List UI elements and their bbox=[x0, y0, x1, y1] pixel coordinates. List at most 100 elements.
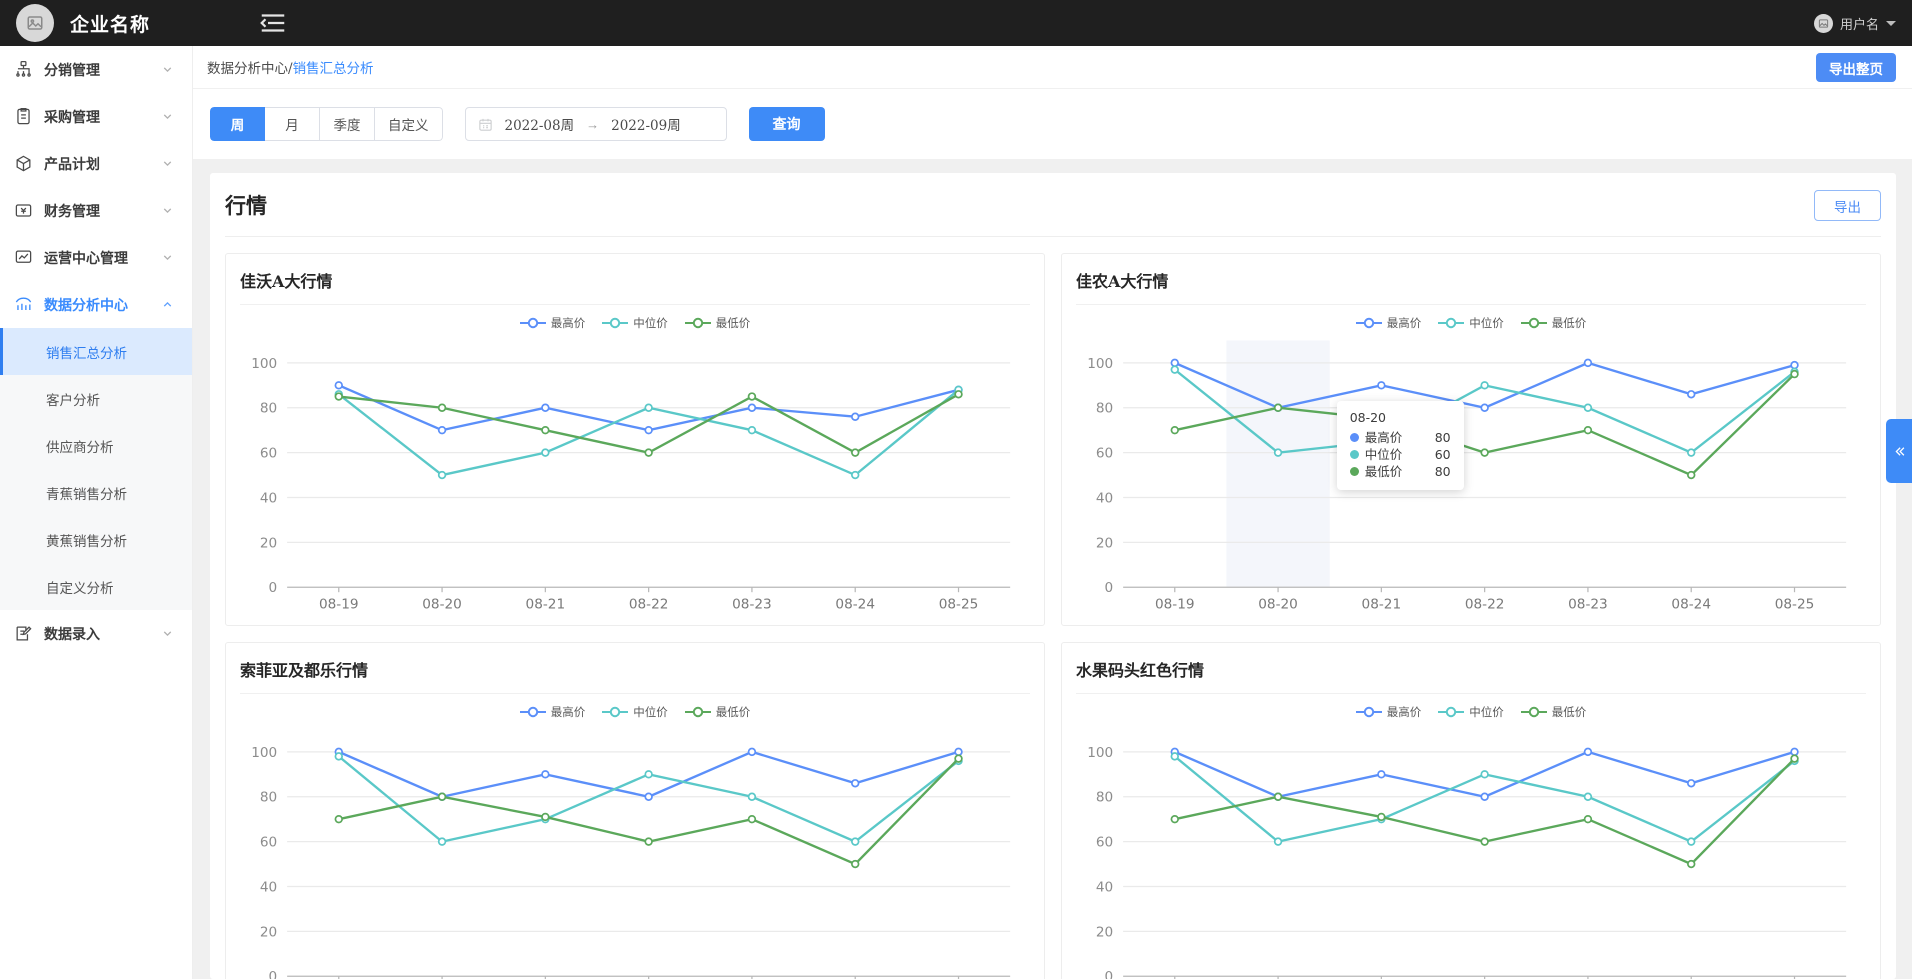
export-button[interactable]: 导出 bbox=[1814, 190, 1881, 221]
legend-label: 最低价 bbox=[1551, 316, 1587, 330]
svg-text:08-20: 08-20 bbox=[1258, 596, 1298, 612]
svg-text:08-22: 08-22 bbox=[1465, 596, 1505, 612]
svg-text:20: 20 bbox=[260, 535, 277, 551]
calendar-icon bbox=[478, 118, 492, 131]
chart-title: 索菲亚及都乐行情 bbox=[240, 657, 1030, 694]
chart-plot-area[interactable]: 02040608010008-1908-2008-2108-2208-2308-… bbox=[240, 722, 1030, 979]
legend-label: 中位价 bbox=[1469, 705, 1504, 719]
sidebar-item-label: 分销管理 bbox=[44, 62, 100, 79]
app-logo bbox=[16, 4, 54, 42]
legend-item-中位价[interactable]: 中位价 bbox=[1438, 704, 1504, 720]
chevron-down-icon bbox=[163, 161, 172, 167]
money-icon bbox=[14, 201, 33, 220]
svg-text:40: 40 bbox=[260, 879, 277, 895]
legend-label: 最高价 bbox=[550, 316, 586, 330]
menu-collapse-icon[interactable] bbox=[258, 8, 288, 38]
date-range-picker[interactable]: 2022-08周 → 2022-09周 bbox=[464, 107, 727, 141]
breadcrumb-bar: 数据分析中心/销售汇总分析 导出整页 bbox=[193, 46, 1912, 89]
chevron-down-icon bbox=[163, 255, 172, 261]
export-page-button[interactable]: 导出整页 bbox=[1816, 53, 1896, 82]
chart-plot-area[interactable]: 02040608010008-1908-2008-2108-2208-2308-… bbox=[1076, 333, 1866, 617]
sidebar-subitem-label: 供应商分析 bbox=[46, 439, 114, 456]
sidebar-subitem-label: 客户分析 bbox=[46, 392, 100, 409]
chart-title: 水果码头红色行情 bbox=[1076, 657, 1866, 694]
legend-item-中位价[interactable]: 中位价 bbox=[602, 704, 668, 720]
period-tab-group: 周 月 季度 自定义 bbox=[210, 107, 443, 141]
legend-item-中位价[interactable]: 中位价 bbox=[602, 315, 668, 331]
chart-legend: 最高价 中位价 最低价 bbox=[1076, 305, 1866, 333]
legend-item-最低价[interactable]: 最低价 bbox=[684, 315, 750, 331]
sidebar-item-label: 运营中心管理 bbox=[44, 250, 128, 267]
sidebar-item-product-plan[interactable]: 产品计划 bbox=[0, 140, 192, 187]
sidebar-item-purchasing[interactable]: 采购管理 bbox=[0, 93, 192, 140]
breadcrumb-current[interactable]: 销售汇总分析 bbox=[293, 61, 374, 77]
panel-collapse-handle[interactable] bbox=[1886, 419, 1912, 483]
user-menu[interactable]: 用户名 bbox=[1813, 0, 1896, 46]
sidebar-item-supplier-analysis[interactable]: 供应商分析 bbox=[0, 422, 192, 469]
sidebar-item-label: 财务管理 bbox=[44, 203, 100, 220]
tab-month[interactable]: 月 bbox=[265, 107, 320, 141]
sidebar-item-green-banana-analysis[interactable]: 青蕉销售分析 bbox=[0, 469, 192, 516]
legend-item-最低价[interactable]: 最低价 bbox=[1520, 315, 1587, 331]
legend-label: 最高价 bbox=[1386, 705, 1422, 719]
charts-grid: 佳沃A大行情 最高价 中位价 最低价 0 20 40 60 80 100 08-19 08-20 08-… bbox=[225, 237, 1881, 979]
sidebar-item-label: 采购管理 bbox=[44, 109, 100, 126]
panel-header: 行情 导出 bbox=[225, 173, 1881, 237]
legend-marker-icon bbox=[519, 317, 546, 329]
sidebar-item-data-analysis[interactable]: 数据分析中心 bbox=[0, 281, 192, 328]
legend-marker-icon bbox=[1355, 706, 1382, 718]
chart-title: 佳农A大行情 bbox=[1076, 268, 1866, 305]
box-icon bbox=[14, 154, 33, 173]
svg-text:20: 20 bbox=[260, 924, 277, 940]
query-button[interactable]: 查询 bbox=[748, 107, 825, 141]
legend-item-最高价[interactable]: 最高价 bbox=[1355, 704, 1422, 720]
legend-item-最低价[interactable]: 最低价 bbox=[684, 704, 750, 720]
legend-item-中位价[interactable]: 中位价 bbox=[1438, 315, 1504, 331]
svg-text:80: 80 bbox=[260, 790, 277, 806]
date-range-start: 2022-08周 bbox=[504, 118, 575, 134]
svg-text:08-21: 08-21 bbox=[1362, 596, 1402, 612]
legend-marker-icon bbox=[1438, 317, 1465, 329]
sitemap-icon bbox=[14, 60, 33, 79]
tab-week[interactable]: 周 bbox=[210, 107, 265, 141]
sidebar-item-operations[interactable]: 运营中心管理 bbox=[0, 234, 192, 281]
main-content: 数据分析中心/销售汇总分析 导出整页 周 月 季度 自定义 2022-08周 →… bbox=[193, 46, 1912, 979]
sidebar-item-label: 产品计划 bbox=[44, 156, 100, 173]
svg-text:40: 40 bbox=[1096, 879, 1113, 895]
sidebar-subitem-label: 黄蕉销售分析 bbox=[46, 533, 127, 550]
svg-text:08-20: 08-20 bbox=[422, 596, 462, 612]
sidebar-item-distribution[interactable]: 分销管理 bbox=[0, 46, 192, 93]
chart-card: 佳农A大行情 最高价 中位价 最低价 0 20 40 60 80 100 08-19 08-20 08-… bbox=[1061, 253, 1881, 626]
bar-chart-icon bbox=[14, 295, 33, 314]
svg-text:60: 60 bbox=[1096, 446, 1113, 462]
svg-text:08-23: 08-23 bbox=[732, 596, 772, 612]
chart-legend: 最高价 中位价 最低价 bbox=[240, 305, 1030, 333]
sidebar-item-customer-analysis[interactable]: 客户分析 bbox=[0, 375, 192, 422]
tab-quarter[interactable]: 季度 bbox=[320, 107, 375, 141]
svg-text:20: 20 bbox=[1096, 924, 1113, 940]
image-placeholder-icon bbox=[1818, 18, 1829, 28]
sidebar-item-finance[interactable]: 财务管理 bbox=[0, 187, 192, 234]
legend-item-最高价[interactable]: 最高价 bbox=[1355, 315, 1421, 331]
sidebar-item-label: 数据录入 bbox=[44, 626, 100, 643]
chart-title: 佳沃A大行情 bbox=[240, 268, 1030, 305]
legend-item-最高价[interactable]: 最高价 bbox=[519, 704, 585, 720]
chart-plot-area[interactable]: 02040608010008-1908-2008-2108-2208-2308-… bbox=[240, 333, 1030, 617]
tab-custom[interactable]: 自定义 bbox=[375, 107, 443, 141]
sidebar-item-yellow-banana-analysis[interactable]: 黄蕉销售分析 bbox=[0, 516, 192, 563]
sidebar-item-data-entry[interactable]: 数据录入 bbox=[0, 610, 192, 657]
svg-text:100: 100 bbox=[1087, 745, 1113, 761]
svg-text:08-21: 08-21 bbox=[526, 596, 566, 612]
svg-text:08-25: 08-25 bbox=[939, 596, 979, 612]
svg-text:100: 100 bbox=[251, 745, 277, 761]
svg-text:40: 40 bbox=[1096, 490, 1113, 506]
content-area: 行情 导出 佳沃A大行情 最高价 中位价 最低价 0 20 40 60 80 100 08-19 08… bbox=[193, 159, 1912, 979]
svg-text:08-22: 08-22 bbox=[629, 596, 669, 612]
chart-plot-area[interactable]: 02040608010008-1908-2008-2108-2208-2308-… bbox=[1076, 722, 1866, 979]
sidebar-item-sales-summary[interactable]: 销售汇总分析 bbox=[0, 328, 192, 375]
legend-item-最高价[interactable]: 最高价 bbox=[519, 315, 586, 331]
sidebar-item-custom-analysis[interactable]: 自定义分析 bbox=[0, 563, 192, 610]
page-title: 行情 bbox=[225, 192, 267, 218]
legend-marker-icon bbox=[519, 706, 546, 718]
legend-item-最低价[interactable]: 最低价 bbox=[1520, 704, 1586, 720]
